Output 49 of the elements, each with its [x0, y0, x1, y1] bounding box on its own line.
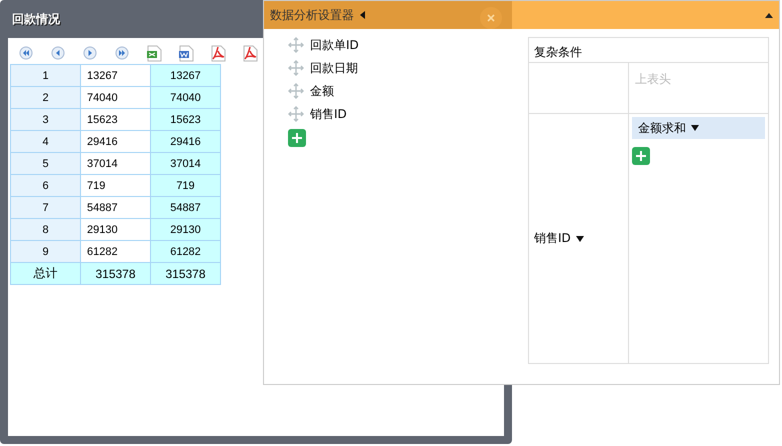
table-cell: 9 [10, 240, 80, 262]
move-icon [288, 37, 304, 53]
total-cell: 总计 [10, 262, 80, 284]
add-button[interactable] [288, 129, 306, 147]
table-cell: 37014 [150, 152, 220, 174]
field-item[interactable]: 金额 [310, 82, 334, 100]
table-cell: 74040 [150, 86, 220, 108]
grid-title: 复杂条件 [534, 45, 582, 59]
total-cell: 315378 [150, 262, 220, 284]
add-button[interactable] [632, 147, 650, 165]
row-field-button[interactable]: 销售ID [534, 230, 584, 247]
table-cell: 13267 [80, 64, 150, 86]
table-cell: 8 [10, 218, 80, 240]
table-cell: 54887 [150, 196, 220, 218]
table-cell: 3 [10, 108, 80, 130]
table-cell: 13267 [150, 64, 220, 86]
table-cell: 29130 [150, 218, 220, 240]
table-cell: 54887 [80, 196, 150, 218]
table-cell: 7 [10, 196, 80, 218]
table-cell: 6 [10, 174, 80, 196]
field-item[interactable]: 回款单ID [310, 36, 359, 54]
table-cell: 5 [10, 152, 80, 174]
window-title: 回款情况 [12, 10, 60, 28]
move-icon [288, 60, 304, 76]
table-cell: 74040 [80, 86, 150, 108]
total-cell: 315378 [80, 262, 150, 284]
table-cell: 719 [80, 174, 150, 196]
table-cell: 2 [10, 86, 80, 108]
field-item[interactable]: 回款日期 [310, 60, 358, 76]
caret-icon [691, 125, 699, 131]
table-cell: 61282 [80, 240, 150, 262]
value-field-button[interactable]: 金额求和 [632, 117, 765, 139]
table-cell: 29416 [150, 130, 220, 152]
table-cell: 15623 [80, 108, 150, 130]
move-icon [288, 83, 304, 99]
table-cell: 29416 [80, 130, 150, 152]
table-cell: 1 [10, 64, 80, 86]
field-item[interactable]: 销售ID [310, 106, 347, 122]
table-cell: 37014 [80, 152, 150, 174]
table-cell: 15623 [150, 108, 220, 130]
table-cell: 719 [150, 174, 220, 196]
table-cell: 61282 [150, 240, 220, 262]
collapse-button[interactable] [765, 12, 773, 18]
caret-icon[interactable] [360, 11, 365, 19]
move-icon [288, 106, 304, 122]
table-cell: 29130 [80, 218, 150, 240]
table-cell: 4 [10, 130, 80, 152]
caret-icon [576, 236, 584, 242]
panel-title: 数据分析设置器 [270, 6, 354, 24]
